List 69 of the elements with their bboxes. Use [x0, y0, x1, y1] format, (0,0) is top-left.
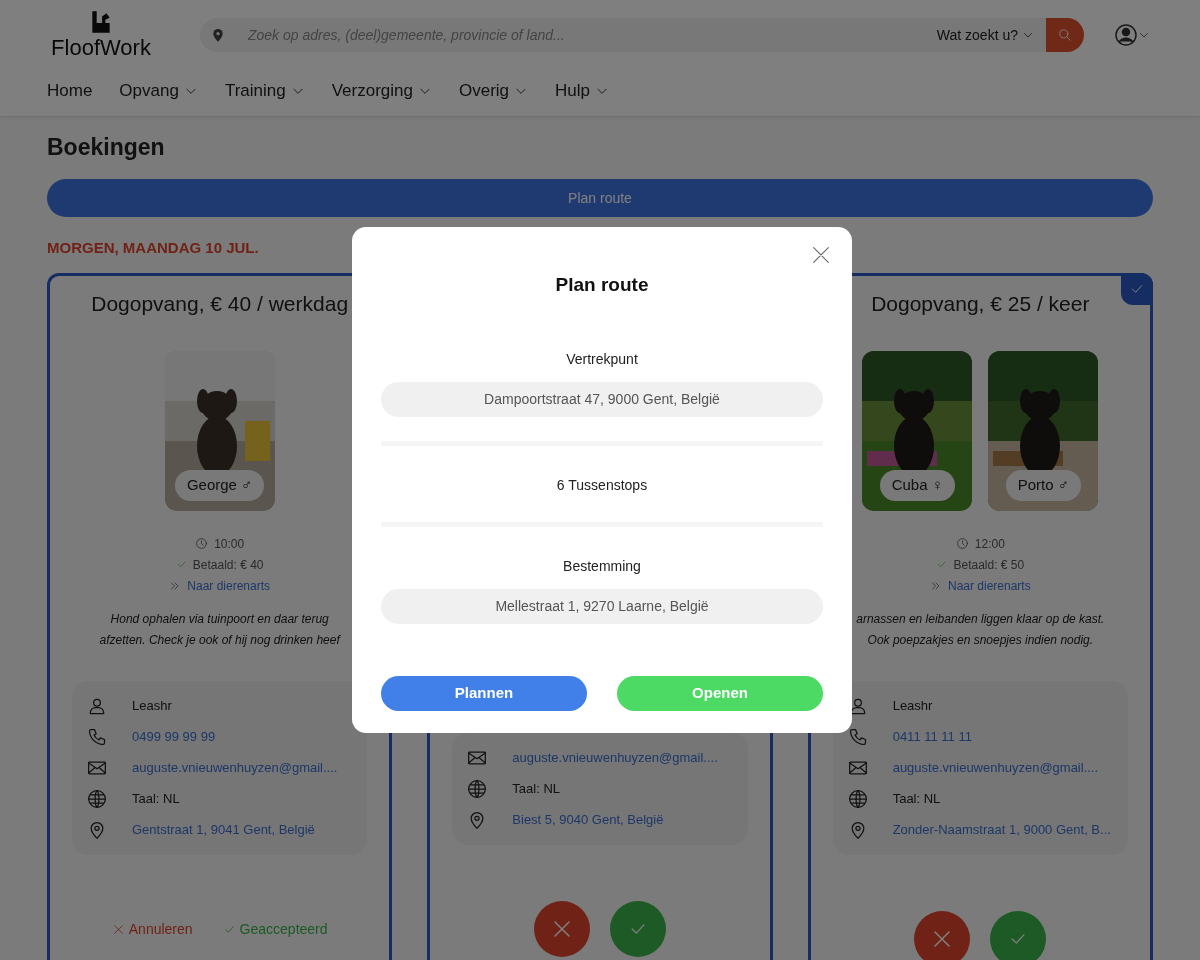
globe-icon: [847, 788, 868, 809]
user-icon: [1114, 23, 1138, 47]
category-dropdown[interactable]: Wat zoekt u?: [924, 18, 1046, 52]
contact-text: Leashr: [132, 696, 172, 715]
destination-field[interactable]: Mellestraat 1, 9270 Laarne, België: [381, 588, 823, 624]
cancel-button[interactable]: Annuleren: [111, 918, 193, 940]
account-menu[interactable]: [1114, 23, 1150, 47]
field-label: Vertrekpunt: [566, 349, 638, 369]
contact-text: Taal: NL: [892, 789, 941, 808]
card-title: Dogopvang, € 25 / keer: [871, 291, 1090, 317]
location-pin-icon: [210, 27, 226, 43]
check-icon: [175, 559, 187, 570]
globe-icon: [467, 779, 488, 799]
phone-icon: [87, 726, 107, 747]
contact-link[interactable]: auguste.vnieuwenhuyzen@gmail....: [512, 748, 718, 768]
page-title: Boekingen: [47, 133, 166, 162]
plan-button[interactable]: Plannen: [381, 675, 587, 711]
payment-status: Betaald: € 50: [953, 556, 1025, 574]
clock-icon: [195, 537, 209, 550]
open-button[interactable]: Openen: [617, 675, 823, 711]
contact-link[interactable]: auguste.vnieuwenhuyzen@gmail....: [132, 757, 338, 778]
field-label: Bestemming: [563, 556, 641, 576]
nav-menu-item[interactable]: Home: [39, 74, 101, 108]
nav-menu-item[interactable]: Training: [216, 74, 313, 108]
nav-menu-item[interactable]: Verzorging: [323, 74, 440, 108]
contact-link[interactable]: Zonder-Naamstraat 1, 9000 Gent, B...: [892, 819, 1111, 840]
check-icon: [936, 559, 948, 570]
decline-button[interactable]: [534, 901, 590, 957]
search-button[interactable]: [1046, 18, 1084, 52]
date-heading: MORGEN, MAANDAG 10 JUL.: [47, 238, 259, 257]
phone-icon: [847, 726, 868, 747]
clock-icon: [955, 537, 969, 550]
vet-link[interactable]: Naar dierenarts: [187, 576, 270, 595]
decline-button[interactable]: [914, 910, 971, 960]
nav-menu-item[interactable]: Opvang: [111, 74, 206, 108]
contact-text: Taal: NL: [512, 780, 561, 799]
booking-note: Hond ophalen via tuinpoort en daar terug afzetten. Check je ook of hij nog drinken heef: [98, 610, 342, 649]
pet-name-label: George ♂: [174, 470, 265, 501]
pet-name-label: Porto ♂: [1005, 470, 1081, 501]
contact-link[interactable]: 0499 99 99 99: [132, 726, 216, 747]
accept-button[interactable]: [610, 901, 666, 957]
accepted-status: Geaccepteerd: [222, 918, 328, 940]
search-icon: [1058, 28, 1072, 42]
card-title: Dogopvang, € 40 / werkdag: [91, 291, 349, 317]
logo-text: FloofWork: [51, 35, 151, 61]
time-text: 10:00: [214, 535, 245, 553]
nav-menu-item[interactable]: Hulp: [547, 74, 618, 108]
contact-link[interactable]: Gentstraat 1, 9041 Gent, België: [132, 819, 315, 840]
start-address-field[interactable]: Dampoortstraat 47, 9000 Gent, België: [381, 381, 823, 417]
close-icon: [810, 244, 832, 266]
contact-text: Taal: NL: [132, 789, 180, 808]
globe-icon: [87, 788, 107, 809]
stops-count: 6 Tussenstops: [556, 475, 648, 495]
checked-badge[interactable]: [1121, 273, 1153, 305]
dialog-title: Plan route: [555, 273, 649, 297]
booking-note: arnassen en leibanden liggen klaar op de kast. Ook poepzakjes en snoepjes indien nodig.: [855, 610, 1106, 649]
contact-link[interactable]: Biest 5, 9040 Gent, België: [512, 810, 664, 830]
double-chevron-icon: [929, 579, 942, 592]
vet-link[interactable]: Naar dierenarts: [947, 576, 1031, 595]
plan-route-button[interactable]: Plan route: [47, 179, 1153, 217]
close-icon: [111, 922, 125, 936]
contact-link[interactable]: 0411 11 11 11: [892, 726, 972, 747]
contact-link[interactable]: auguste.vnieuwenhuyzen@gmail....: [892, 757, 1099, 778]
nav-menu-item[interactable]: Overig: [451, 74, 537, 108]
payment-status: Betaald: € 40: [192, 556, 264, 574]
contact-text: Leashr: [892, 696, 933, 715]
pet-name-label: Cuba ♀: [879, 470, 955, 501]
close-button[interactable]: [810, 244, 832, 266]
time-text: 12:00: [974, 535, 1005, 553]
